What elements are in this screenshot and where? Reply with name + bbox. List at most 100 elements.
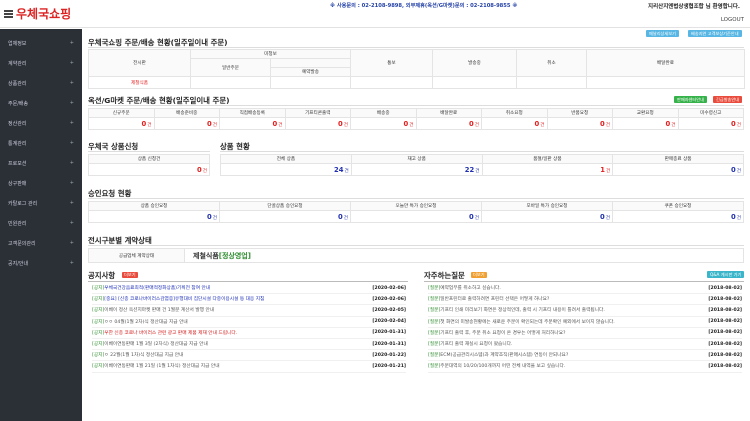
contact-info: ※ 사용문의 : 02-2108-9898, 외부제휴(옥션/G마켓)문의 : … (330, 3, 518, 9)
approval-count[interactable]: 0건 (612, 210, 744, 223)
sidebar-item[interactable]: 프로모션 + (0, 153, 82, 173)
chevron-right-icon: + (69, 160, 74, 166)
faq-list: [질문]예약업무를 취소하고 싶습니다. [2018-08-02] [질문]일반프린… (428, 283, 742, 373)
auction_status-count[interactable]: 0건 (350, 117, 417, 130)
sidebar-item-label: 상품관리 (8, 80, 27, 87)
sidebar-item[interactable]: 통계관리 + (0, 133, 82, 153)
auction_status-count[interactable]: 0건 (415, 117, 482, 130)
product_apply-count[interactable]: 0건 (88, 163, 210, 176)
product_status-count[interactable]: 24건 (220, 163, 352, 176)
chevron-right-icon: + (69, 180, 74, 186)
sidebar-item[interactable]: 민원관리 + (0, 213, 82, 233)
faq-title: 자주하는질문 (424, 271, 465, 280)
chevron-right-icon: + (69, 80, 74, 86)
auction_status-count[interactable]: 0건 (481, 117, 548, 130)
faq-item[interactable]: [질문]ECM(공급관리시스템)과 계약조직(판매시스템) 연동이 안되나요?[… (428, 350, 742, 362)
detail-button[interactable]: 매날리상세보기 (646, 30, 679, 37)
chevron-right-icon: + (69, 200, 74, 206)
logout-link[interactable]: LOGOUT (721, 17, 744, 23)
auction_status-header: 취소요청 (481, 108, 548, 118)
sidebar-item-label: 공지/안내 (8, 260, 29, 267)
product_status-count[interactable]: 1건 (481, 163, 614, 176)
chevron-right-icon: + (69, 100, 74, 106)
product-status-table: 전체 상품 재고 상품 품절/일판 상품 판매종료 상품 24건 22건 1건 0건 (220, 154, 744, 176)
urgent-button[interactable]: 긴급발송안내 (713, 96, 743, 103)
auction_status-count[interactable]: 0건 (219, 117, 286, 130)
notice-item[interactable]: [공지][중요] [신종 코로나바이러스감염증]유행대비 집단시설 다중이용시설… (92, 294, 406, 306)
notices-title: 공지사항 (88, 271, 116, 280)
product_status-header: 품절/일판 상품 (481, 154, 614, 164)
auction_status-header: 배송중 (350, 108, 417, 118)
sidebar-item[interactable]: 공지/안내 + (0, 253, 82, 273)
notice-item[interactable]: [공지]이베이 정산 옥션지마켓 판매 건 1월분 계산서 발행 안내 [2020… (92, 305, 406, 317)
logo[interactable]: 우체국쇼핑 (4, 5, 71, 22)
product-apply-table: 상품 신청건 0건 (88, 154, 210, 176)
approval-count[interactable]: 0건 (88, 210, 220, 223)
chevron-right-icon: + (69, 120, 74, 126)
auction_status-header: 배송준비중 (153, 108, 220, 118)
sidebar-item[interactable]: 상품관리 + (0, 73, 82, 93)
approval-header: 단골상품 승인요청 (219, 201, 351, 211)
row-label[interactable]: 제철식품 (88, 76, 191, 89)
faq-item[interactable]: [질문]기프티 출력 재실시 요청이 왔습니다. [2018-08-02] (428, 339, 742, 351)
col-cancel: 취소 (516, 49, 587, 77)
delay-guide-button[interactable]: 배송지연 고객보상기준안내 (688, 30, 742, 37)
product_status-count[interactable]: 22건 (350, 163, 483, 176)
auction-status-table: 신규주문 배송준비중 직접배송등록 기프티콘출력 배송중 배달완료 취소요청 반품요청 교환요청… (88, 108, 744, 130)
faq-item[interactable]: [질문]기프티 인쇄 미리보기 화면은 정상적인데, 출력 시 기프티 내용이 … (428, 305, 742, 317)
notices-more-button[interactable]: 더보기 (122, 272, 138, 278)
faq-item[interactable]: [질문]기프티 출력 후, 주문 취소 요청이 온 경우는 어떻게 처리하나요?… (428, 328, 742, 339)
faq-item[interactable]: [질문]예약업무를 취소하고 싶습니다. [2018-08-02] (428, 283, 742, 295)
faq-item[interactable]: [질문]일반프린터로 출력하려면 프린터 선택은 어떻게 하나요? [2018-0… (428, 294, 742, 306)
notice-item[interactable]: [공지]우체국건강음료최적(판매적정화상품)기획전 참여 안내 [2020-02-… (92, 283, 406, 295)
sidebar-item-label: 계약관리 (8, 60, 27, 67)
approval-count[interactable]: 0건 (219, 210, 351, 223)
faq-more-button[interactable]: 더보기 (471, 272, 487, 278)
sidebar-item[interactable]: 카탈로그 관리 + (0, 193, 82, 213)
auction_status-header: 배달완료 (415, 108, 482, 118)
auction_status-count[interactable]: 0건 (546, 117, 613, 130)
col-normal: 일반주문 (190, 58, 271, 77)
notices-list: [공지]우체국건강음료최적(판매적정화상품)기획전 참여 안내 [2020-02-… (92, 283, 406, 373)
auction_status-count[interactable]: 0건 (88, 117, 155, 130)
col-delivered: 배달완료 (586, 49, 745, 77)
faq-item[interactable]: [질문]주문대역의 10/20/100개까지 어떤 전체 내역을 보고 싶습니다… (428, 361, 742, 373)
faq-item[interactable]: [질문]첫 화면의 미발송현황에는 새로운 주문이 확인되는데 주문확인 예외에… (428, 317, 742, 328)
sidebar-item-label: 고객문의관리 (8, 240, 36, 247)
product_status-count[interactable]: 0건 (612, 163, 744, 176)
auction_status-header: 반품요청 (546, 108, 613, 118)
notice-item[interactable]: [공지]우한 신종 코로나 바이러스 관련 광고 판매 제품 제재 안내 드립니… (92, 328, 406, 339)
sidebar-item[interactable]: 계약관리 + (0, 53, 82, 73)
auction_status-count[interactable]: 0건 (677, 117, 744, 130)
chevron-right-icon: + (69, 60, 74, 66)
top-bar: 우체국쇼핑 ※ 사용문의 : 02-2108-9898, 외부제휴(옥션/G마켓… (0, 0, 750, 28)
auction_status-count[interactable]: 0건 (284, 117, 351, 130)
qna-board-button[interactable]: Q&A 게시판 가기 (707, 271, 745, 278)
product_status-header: 판매종료 상품 (612, 154, 744, 164)
sidebar-item-label: 주문/배송 (8, 100, 29, 107)
auction_status-header: 기프티콘출력 (284, 108, 351, 118)
notice-item[interactable]: [공지]이베이연동판매 1월 21일 (1월 1차식) 정산대금 지급 안내 [2… (92, 361, 406, 373)
auction_status-count[interactable]: 0건 (153, 117, 220, 130)
sidebar-item-label: 업체정보 (8, 40, 27, 47)
approval-count[interactable]: 0건 (350, 210, 482, 223)
approval-count[interactable]: 0건 (481, 210, 613, 223)
sidebar-item[interactable]: 정산관리 + (0, 113, 82, 133)
sidebar-item-label: 통계관리 (8, 140, 27, 147)
notice-item[interactable]: [공지]ㅇㅇ 04월(1월 2차)식 정산대금 지급 안내 [2020-02-04… (92, 317, 406, 328)
col-confirm: 통보 (350, 49, 433, 77)
seller-center-button[interactable]: 판매자센터안내 (674, 96, 707, 103)
sidebar-item[interactable]: 고객문의관리 + (0, 233, 82, 253)
approval-header: 쿠폰 승인요청 (612, 201, 744, 211)
sidebar-item[interactable]: 상구판매 + (0, 173, 82, 193)
contract-value: 제철식품[정상영업] (184, 248, 744, 263)
sidebar-item[interactable]: 주문/배송 + (0, 93, 82, 113)
auction_status-count[interactable]: 0건 (612, 117, 679, 130)
notice-item[interactable]: [공지]이베이연동판매 1월 3일 (2차식) 정산대금 지급 안내 [2020-… (92, 339, 406, 351)
notice-item[interactable]: [공지]ㅇ 22월(1월 1차)식 정산대금 지급 안내 [2020-01-22] (92, 350, 406, 362)
sidebar-item[interactable]: 업체정보 + (0, 33, 82, 53)
product_status-header: 재고 상품 (350, 154, 483, 164)
menu-icon[interactable] (4, 9, 13, 18)
order-status-table: 전시판 미청보 통보 발송중 취소 배달완료 일반주문 예약발송 제철식품 (88, 49, 745, 89)
chevron-right-icon: + (69, 220, 74, 226)
